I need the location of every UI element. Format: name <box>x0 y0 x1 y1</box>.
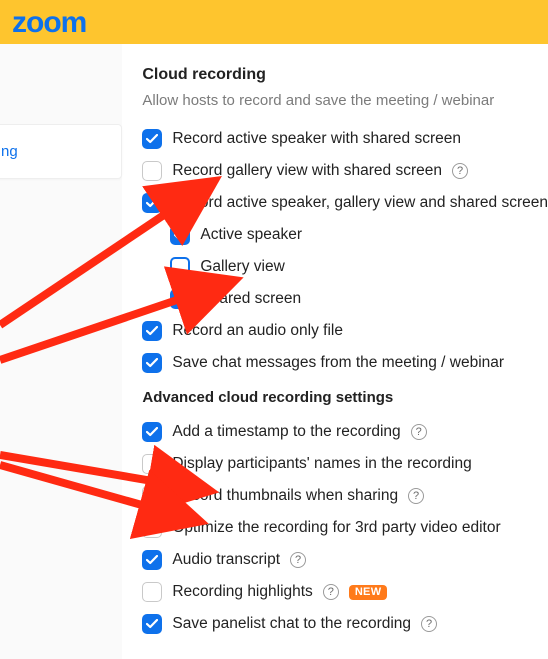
opt-thumbnails[interactable]: Record thumbnails when sharing ? <box>142 486 548 506</box>
opt-label: Recording highlights <box>172 583 312 601</box>
opt-timestamp[interactable]: Add a timestamp to the recording ? <box>142 422 548 442</box>
help-icon[interactable]: ? <box>323 584 339 600</box>
opt-label: Save chat messages from the meeting / we… <box>172 354 504 372</box>
checkbox-unchecked-icon[interactable] <box>142 161 162 181</box>
subopt-active-speaker[interactable]: Active speaker <box>142 225 548 245</box>
help-icon[interactable]: ? <box>408 488 424 504</box>
help-icon[interactable]: ? <box>421 616 437 632</box>
sidebar-item-recording[interactable]: ng <box>1 143 111 160</box>
checkbox-checked-icon[interactable] <box>142 193 162 213</box>
checkbox-checked-icon[interactable] <box>142 550 162 570</box>
checkbox-checked-icon[interactable] <box>142 614 162 634</box>
opt-label: Add a timestamp to the recording <box>172 423 400 441</box>
opt-audio-transcript[interactable]: Audio transcript ? <box>142 550 548 570</box>
opt-label: Record active speaker with shared screen <box>172 130 461 148</box>
checkbox-unchecked-icon[interactable] <box>142 518 162 538</box>
opt-label: Active speaker <box>200 226 302 244</box>
opt-label: Shared screen <box>200 290 301 308</box>
opt-label: Save panelist chat to the recording <box>172 615 411 633</box>
opt-record-gallery-shared[interactable]: Record gallery view with shared screen ? <box>142 161 548 181</box>
sidebar-item-label: ng <box>1 143 18 160</box>
zoom-logo: zoom <box>12 8 132 36</box>
help-icon[interactable]: ? <box>411 424 427 440</box>
opt-label: Record thumbnails when sharing <box>172 487 398 505</box>
section-title-cloud-recording: Cloud recording <box>142 66 548 84</box>
opt-audio-only[interactable]: Record an audio only file <box>142 321 548 341</box>
sidebar-card: ng <box>0 124 122 179</box>
checkbox-unchecked-icon[interactable] <box>142 486 162 506</box>
topbar: zoom <box>0 0 548 44</box>
section-desc-cloud-recording: Allow hosts to record and save the meeti… <box>142 92 548 109</box>
checkbox-checked-icon[interactable] <box>142 353 162 373</box>
opt-save-chat[interactable]: Save chat messages from the meeting / we… <box>142 353 548 373</box>
checkbox-checked-icon[interactable] <box>142 129 162 149</box>
checkbox-checked-icon[interactable] <box>170 289 190 309</box>
checkbox-checked-icon[interactable] <box>170 225 190 245</box>
section-title-advanced: Advanced cloud recording settings <box>142 389 548 406</box>
opt-label: Gallery view <box>200 258 284 276</box>
opt-recording-highlights[interactable]: Recording highlights ? NEW <box>142 582 548 602</box>
checkbox-unchecked-icon[interactable] <box>142 454 162 474</box>
opt-label: Optimize the recording for 3rd party vid… <box>172 519 500 537</box>
subopt-gallery-view[interactable]: Gallery view <box>142 257 548 277</box>
help-icon[interactable]: ? <box>290 552 306 568</box>
opt-label: Record active speaker, gallery view and … <box>172 194 548 212</box>
opt-optimize-3rd-party[interactable]: Optimize the recording for 3rd party vid… <box>142 518 548 538</box>
checkbox-checked-icon[interactable] <box>142 422 162 442</box>
svg-text:zoom: zoom <box>12 8 86 36</box>
sidebar: ng <box>0 44 122 659</box>
opt-label: Record an audio only file <box>172 322 343 340</box>
new-badge: NEW <box>349 585 388 600</box>
opt-display-names[interactable]: Display participants' names in the recor… <box>142 454 548 474</box>
settings-main: Cloud recording Allow hosts to record an… <box>122 44 548 659</box>
subopt-shared-screen[interactable]: Shared screen <box>142 289 548 309</box>
opt-label: Audio transcript <box>172 551 280 569</box>
checkbox-checked-icon[interactable] <box>142 321 162 341</box>
opt-label: Display participants' names in the recor… <box>172 455 471 473</box>
checkbox-unchecked-icon[interactable] <box>142 582 162 602</box>
checkbox-focused-icon[interactable] <box>170 257 190 277</box>
opt-label: Record gallery view with shared screen <box>172 162 442 180</box>
opt-record-active-speaker-shared[interactable]: Record active speaker with shared screen <box>142 129 548 149</box>
help-icon[interactable]: ? <box>452 163 468 179</box>
opt-record-all-views[interactable]: Record active speaker, gallery view and … <box>142 193 548 213</box>
opt-save-panelist-chat[interactable]: Save panelist chat to the recording ? <box>142 614 548 634</box>
